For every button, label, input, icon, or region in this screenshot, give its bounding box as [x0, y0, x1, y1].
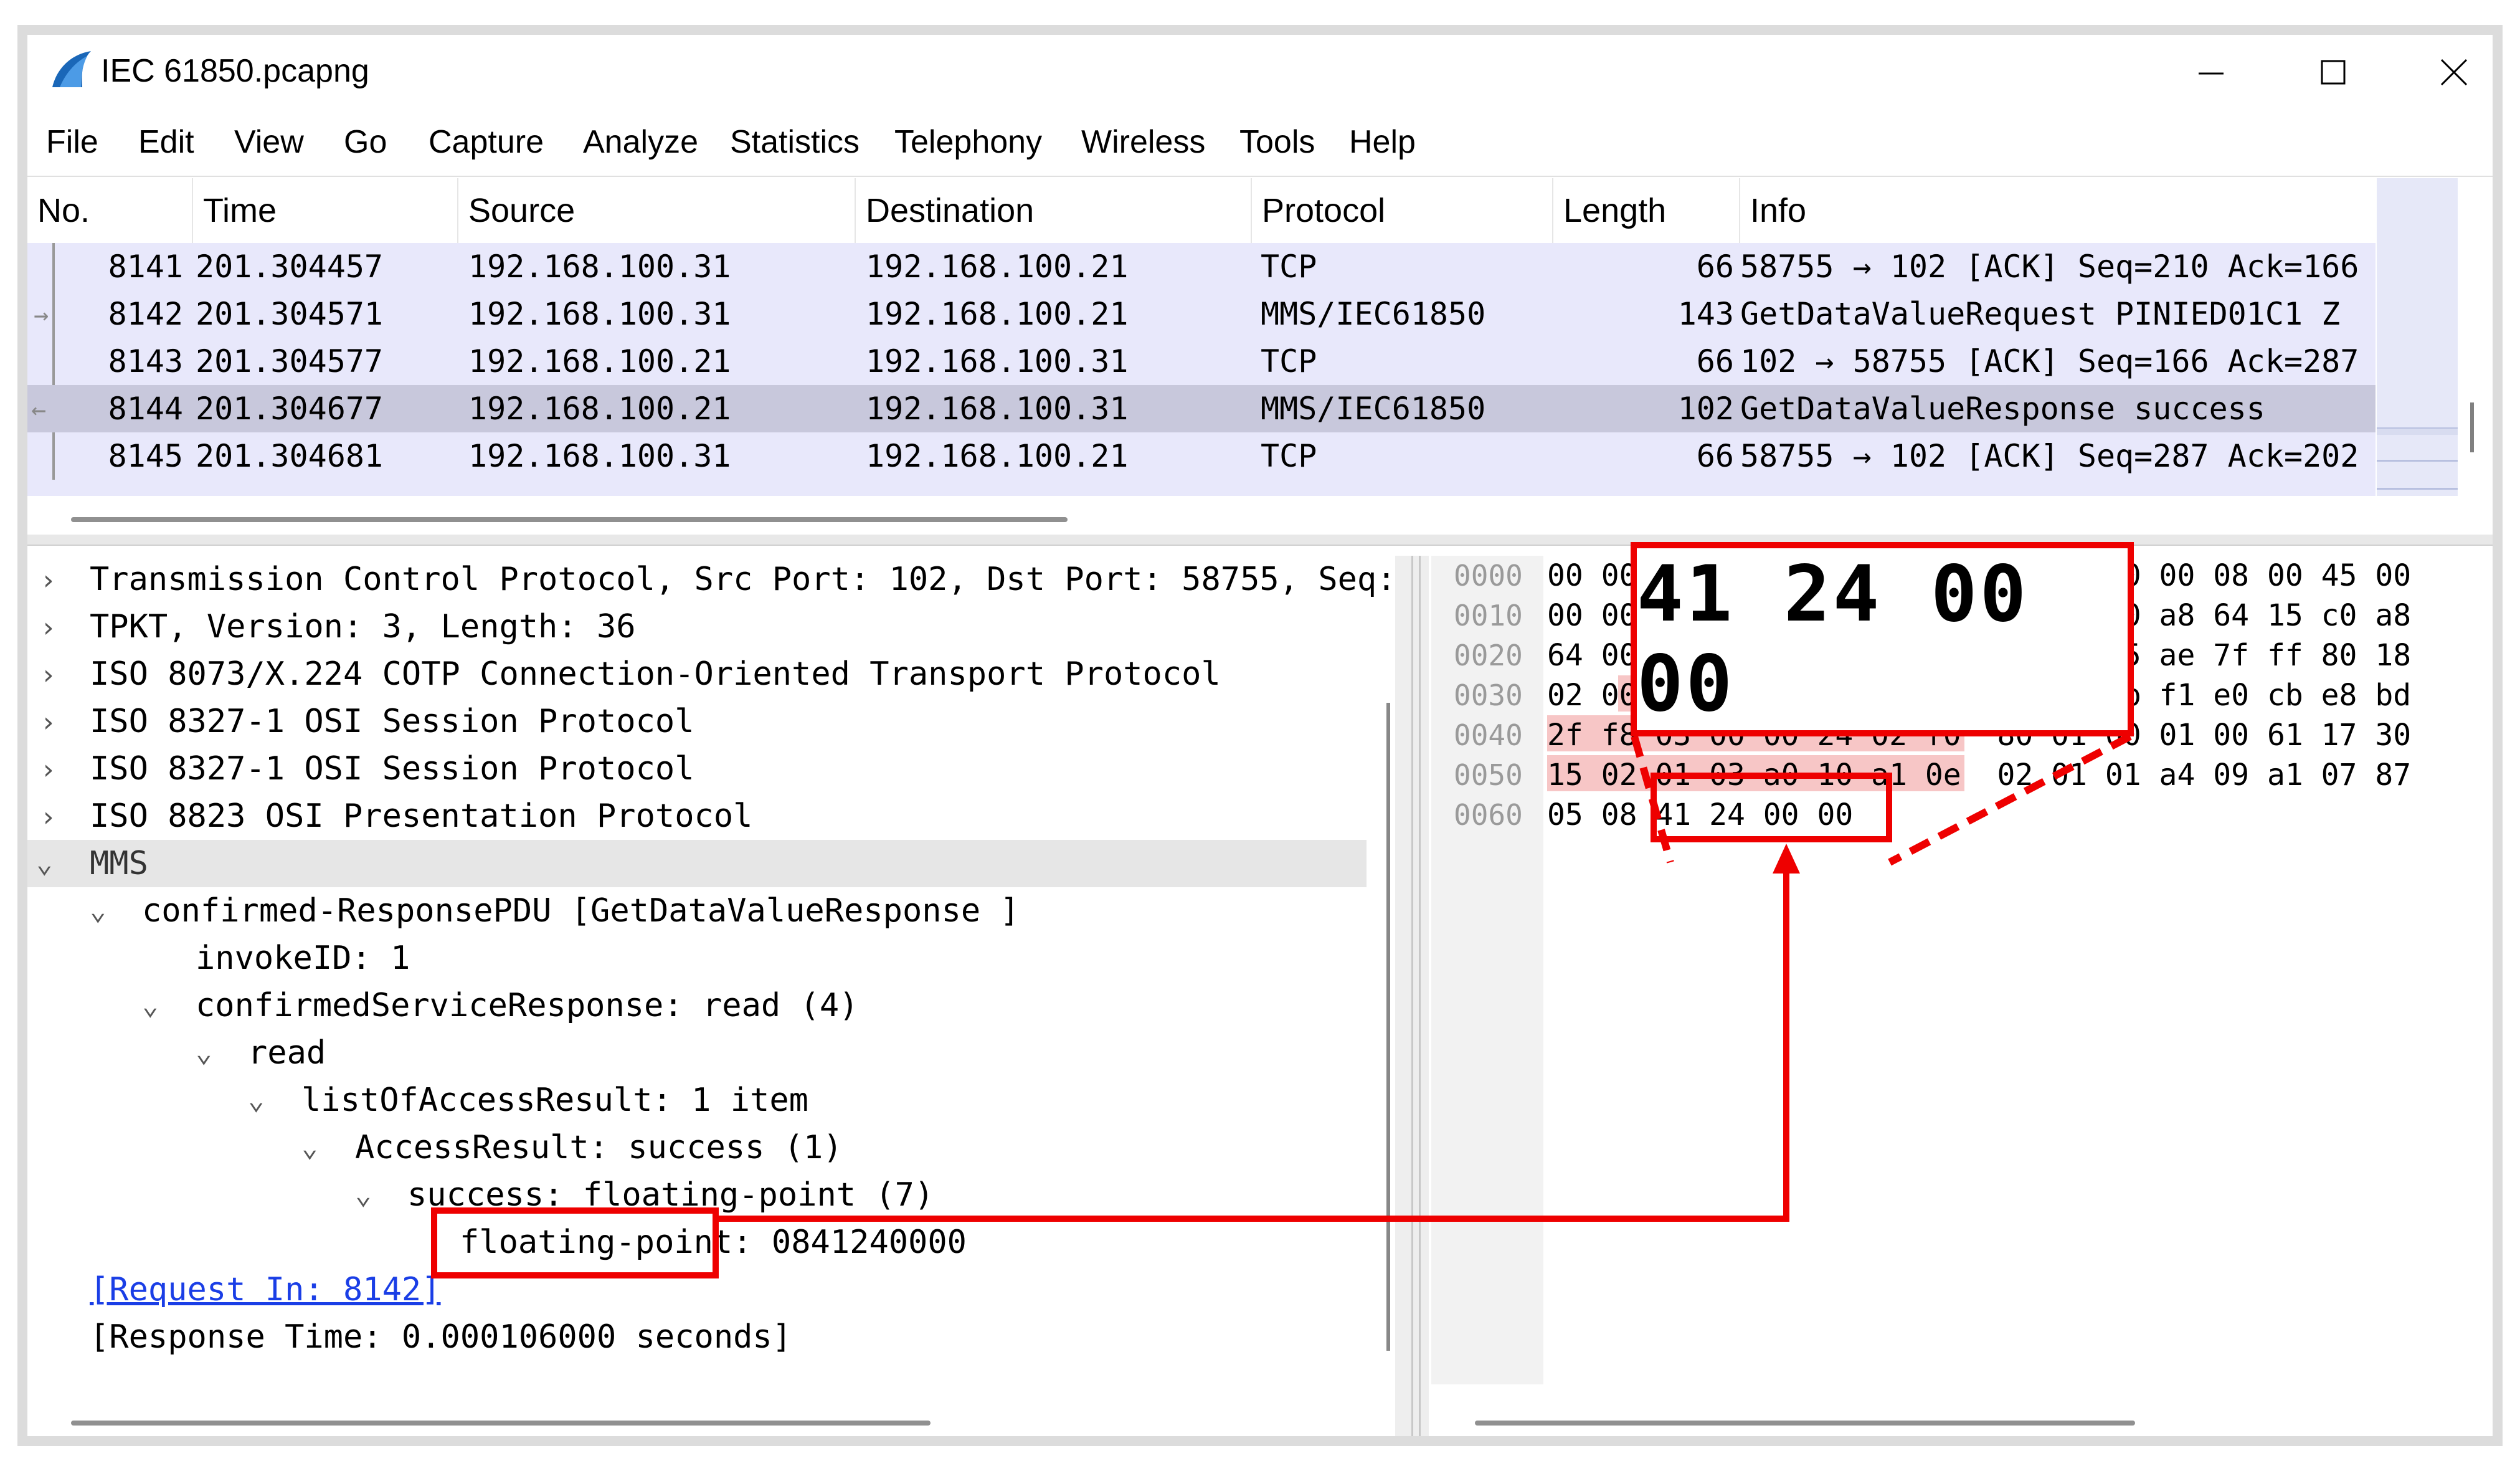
wireshark-window: IEC 61850.pcapng File Edit View Go Captu…	[27, 35, 2493, 1436]
zoom-callout-label: 41 24 00 00	[1637, 550, 2029, 729]
callout-arrowhead	[1773, 844, 1800, 874]
zoom-callout-box: 41 24 00 00	[1631, 542, 2134, 736]
zoom-callout-dash	[1888, 733, 2132, 866]
callout-arrow-line	[713, 865, 1789, 1222]
tree-field-highlight-box	[431, 1207, 719, 1278]
hex-bytes-highlight-box	[1651, 773, 1892, 842]
